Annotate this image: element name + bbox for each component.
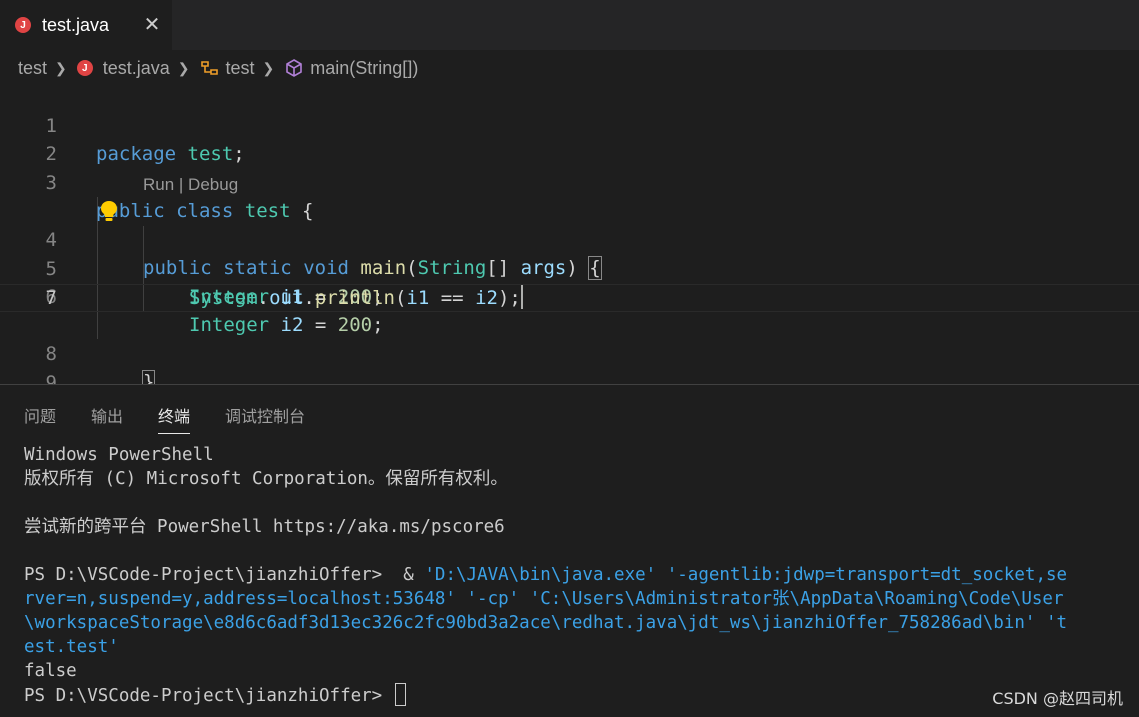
breadcrumb-method[interactable]: main(String[]) [310,58,418,79]
text-cursor [520,285,523,309]
code-line-2: 2 [0,112,1139,165]
terminal[interactable]: Windows PowerShell 版权所有 (C) Microsoft Co… [24,443,1124,707]
chevron-right-icon: ❯ [177,59,190,76]
code-line-9: 9 } [0,341,1139,384]
tab-test-java[interactable]: J test.java ✕ [0,0,172,50]
java-file-icon: J [76,60,93,76]
breadcrumb-file[interactable]: test.java [103,58,170,79]
editor-tab-bar: J test.java ✕ [0,0,1139,50]
code-token: . [303,287,315,309]
breadcrumb-folder[interactable]: test [18,58,47,79]
line-number: 7 [45,287,57,309]
breadcrumb: test ❯ J test.java ❯ test ❯ main(String[… [18,56,418,80]
code-line-6: 6 Integer i2 = 200; [0,255,1139,336]
code-line-3: 3 public class test { [0,141,1139,222]
code-token: out [269,287,304,309]
code-token: ( [394,287,407,309]
code-line-10: 10 [0,369,1139,384]
terminal-line: 尝试新的跨平台 PowerShell https://aka.ms/pscore… [24,517,505,537]
chevron-right-icon: ❯ [55,59,67,76]
class-icon [200,59,220,77]
terminal-cursor [394,683,406,706]
code-editor[interactable]: 1 package test; 2 3 public class test { … [0,84,1139,384]
tab-terminal[interactable]: 终端 [158,403,191,434]
watermark: CSDN @赵四司机 [992,689,1123,708]
java-file-icon: J [15,17,31,33]
terminal-command: est.test' [24,637,119,657]
line-number: 3 [45,172,57,194]
terminal-line: Windows PowerShell [24,445,214,465]
code-line-8: 8 } [0,312,1139,384]
code-line-5: 5 Integer i1 = 200; [0,227,1139,308]
terminal-output: false [24,661,77,681]
lightbulb-icon[interactable] [99,200,119,222]
terminal-prompt: PS D:\VSCode-Project\jianzhiOffer> [24,686,393,706]
code-token: == [429,287,476,309]
terminal-command: rver=n,suspend=y,address=localhost:53648… [24,589,1064,609]
code-line-4: 4 public static void main(String[] args)… [0,198,1139,280]
bottom-panel: 问题 输出 终端 调试控制台 Windows PowerShell 版权所有 (… [0,384,1139,717]
terminal-command: 'D:\JAVA\bin\java.exe' '-agentlib:jdwp=t… [424,565,1068,585]
close-icon[interactable]: ✕ [142,13,162,35]
codelens-run-debug[interactable]: Run | Debug [143,174,238,196]
tab-title: test.java [42,14,110,35]
terminal-command-line: PS D:\VSCode-Project\jianzhiOffer> & 'D:… [24,563,1124,587]
terminal-line: 版权所有 (C) Microsoft Corporation。保留所有权利。 [24,469,508,489]
code-token: ); [497,287,521,309]
chevron-right-icon: ❯ [262,59,275,76]
tab-problems[interactable]: 问题 [24,403,56,434]
tab-output[interactable]: 输出 [91,403,123,434]
code-line-1: 1 package test; [0,84,1139,165]
terminal-prompt-line: PS D:\VSCode-Project\jianzhiOffer> [24,683,1124,707]
code-token: System [189,287,258,309]
panel-tabs: 问题 输出 终端 调试控制台 [24,403,340,434]
code-token: i1 [406,287,430,309]
method-icon [284,58,304,78]
code-line-7: 7 System.out.println(i1 == i2); [0,284,1139,312]
terminal-operator: & [382,565,425,585]
code-token: i2 [475,287,498,309]
breadcrumb-class[interactable]: test [226,58,255,79]
terminal-prompt: PS D:\VSCode-Project\jianzhiOffer> [24,565,383,585]
tab-debug-console[interactable]: 调试控制台 [225,403,305,434]
code-token: . [257,287,270,309]
terminal-command: \workspaceStorage\e8d6c6adf3d13ec326c2fc… [24,613,1068,633]
code-token: println [314,287,395,309]
